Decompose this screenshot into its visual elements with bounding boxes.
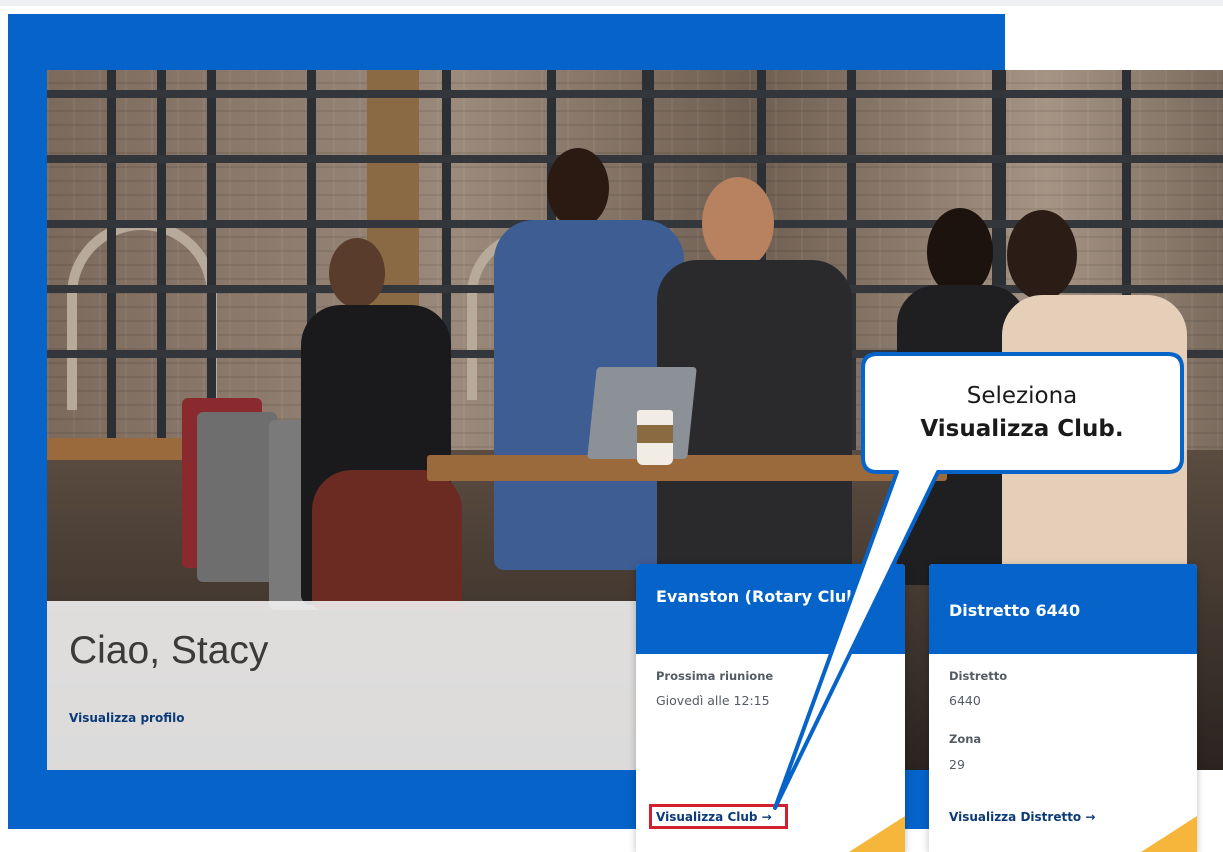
callout-line1: Seleziona [966, 383, 1078, 409]
callout-text: Seleziona Visualizza Club. [862, 380, 1182, 446]
callout-line2: Visualizza Club. [920, 416, 1124, 442]
